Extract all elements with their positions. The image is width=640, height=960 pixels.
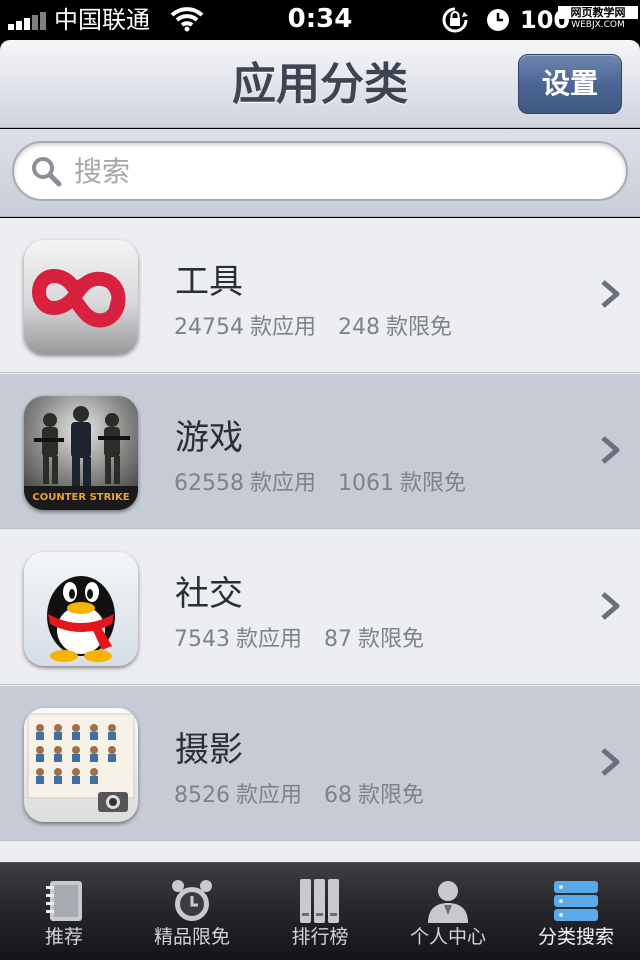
category-row-social[interactable]: 社交 7543 款应用 87 款限免 xyxy=(0,530,640,685)
free-count: 248 xyxy=(338,315,381,340)
tools-app-icon xyxy=(24,240,138,354)
tab-label: 分类搜索 xyxy=(537,926,614,948)
search-input[interactable] xyxy=(74,143,594,199)
category-stats: 8526 款应用 68 款限免 xyxy=(174,782,430,810)
category-stats: 62558 款应用 1061 款限免 xyxy=(174,470,472,498)
free-count-unit: 款限免 xyxy=(358,783,425,808)
free-count-unit: 款限免 xyxy=(400,471,467,496)
chevron-right-icon xyxy=(601,748,620,776)
watermark: 网页教学网 WEBJX.COM xyxy=(558,6,638,32)
ranking-bars-icon xyxy=(300,879,339,923)
category-row-partial[interactable] xyxy=(0,842,640,862)
penguin-icon xyxy=(47,576,115,662)
tab-recommend[interactable]: 推荐 xyxy=(0,863,128,960)
settings-button[interactable]: 设置 xyxy=(518,54,622,114)
tab-label: 排行榜 xyxy=(291,926,349,948)
watermark-line1: 网页教学网 xyxy=(558,6,638,19)
tab-category-search[interactable]: 分类搜索 xyxy=(512,863,640,960)
search-field[interactable] xyxy=(12,141,628,201)
app-count-unit: 款应用 xyxy=(236,783,303,808)
tab-label: 推荐 xyxy=(44,926,83,948)
alarm-icon xyxy=(487,9,509,31)
chevron-right-icon xyxy=(601,436,620,464)
search-icon xyxy=(32,157,62,187)
rotation-lock-icon xyxy=(442,7,468,33)
tab-label: 精品限免 xyxy=(153,926,230,948)
category-list: 工具 24754 款应用 248 款限免 COUNTER STRIKE 游戏 6255… xyxy=(0,218,640,862)
photo-grid-icon xyxy=(27,713,135,812)
navigation-bar: 应用分类 设置 xyxy=(0,40,640,128)
watermark-line2: WEBJX.COM xyxy=(571,20,625,30)
counter-strike-logo-text: COUNTER STRIKE xyxy=(32,492,129,503)
tab-label: 个人中心 xyxy=(409,926,486,948)
app-count: 62558 xyxy=(174,471,244,496)
photo-grid-app-icon xyxy=(24,708,138,822)
app-count: 24754 xyxy=(174,315,244,340)
chevron-right-icon xyxy=(601,280,620,308)
free-count-unit: 款限免 xyxy=(358,627,425,652)
status-bar: 中国联通 0:34 100 网页教学网 WEBJX.COM xyxy=(0,0,640,40)
category-name: 社交 xyxy=(175,574,243,614)
tab-ranking[interactable]: 排行榜 xyxy=(256,863,384,960)
tab-bar: 推荐 精品限免 排行榜 个人中心 分类搜索 xyxy=(0,862,640,960)
notebook-icon xyxy=(46,881,82,921)
app-count-unit: 款应用 xyxy=(250,315,317,340)
soldiers-icon: COUNTER STRIKE xyxy=(24,406,138,510)
search-bar xyxy=(0,129,640,217)
qq-penguin-app-icon xyxy=(24,552,138,666)
category-name: 摄影 xyxy=(175,730,243,770)
person-icon xyxy=(428,881,468,923)
tab-limited-free[interactable]: 精品限免 xyxy=(128,863,256,960)
app-count-unit: 款应用 xyxy=(250,471,317,496)
category-stats: 7543 款应用 87 款限免 xyxy=(174,626,430,654)
app-count-unit: 款应用 xyxy=(236,627,303,652)
category-stack-icon xyxy=(554,881,598,921)
category-row-photography[interactable]: 摄影 8526 款应用 68 款限免 xyxy=(0,686,640,841)
chevron-right-icon xyxy=(601,592,620,620)
free-count-unit: 款限免 xyxy=(386,315,453,340)
alarm-clock-icon xyxy=(172,880,212,921)
category-name: 游戏 xyxy=(175,418,243,458)
infinity-arrows-icon xyxy=(32,269,126,328)
app-count: 8526 xyxy=(174,783,230,808)
category-name: 工具 xyxy=(175,262,243,302)
free-count: 87 xyxy=(324,627,353,652)
free-count: 1061 xyxy=(338,471,395,496)
category-row-tools[interactable]: 工具 24754 款应用 248 款限免 xyxy=(0,218,640,373)
category-stats: 24754 款应用 248 款限免 xyxy=(174,314,458,342)
free-count: 68 xyxy=(324,783,353,808)
counter-strike-app-icon: COUNTER STRIKE xyxy=(24,396,138,510)
tab-profile[interactable]: 个人中心 xyxy=(384,863,512,960)
app-count: 7543 xyxy=(174,627,230,652)
category-row-games[interactable]: COUNTER STRIKE 游戏 62558 款应用 1061 款限免 xyxy=(0,374,640,529)
